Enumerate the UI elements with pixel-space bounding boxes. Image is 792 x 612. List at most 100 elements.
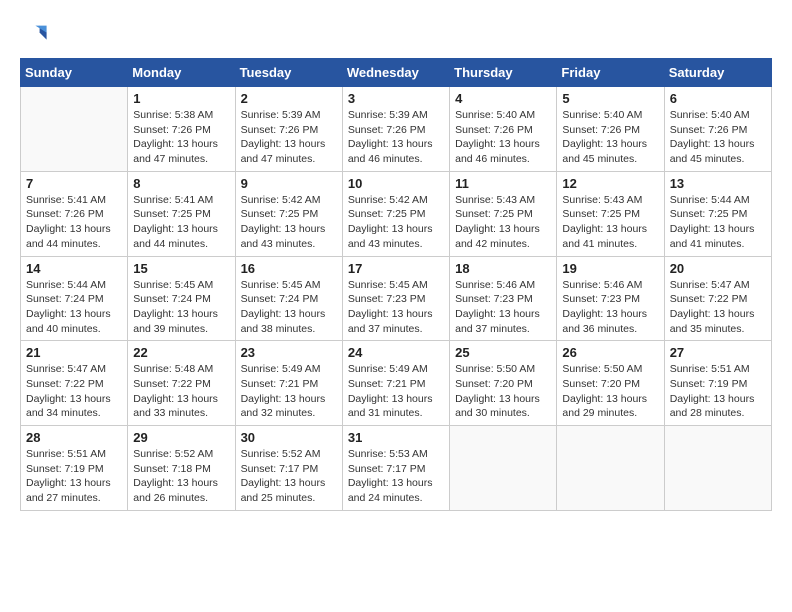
day-info: Sunrise: 5:39 AM Sunset: 7:26 PM Dayligh… <box>348 108 444 167</box>
day-info: Sunrise: 5:46 AM Sunset: 7:23 PM Dayligh… <box>455 278 551 337</box>
day-info: Sunrise: 5:40 AM Sunset: 7:26 PM Dayligh… <box>562 108 658 167</box>
weekday-header-row: SundayMondayTuesdayWednesdayThursdayFrid… <box>21 59 772 87</box>
weekday-header-friday: Friday <box>557 59 664 87</box>
day-number: 13 <box>670 176 766 191</box>
calendar-cell <box>21 87 128 172</box>
calendar-cell: 13 Sunrise: 5:44 AM Sunset: 7:25 PM Dayli… <box>664 171 771 256</box>
calendar-cell <box>557 426 664 511</box>
day-number: 3 <box>348 91 444 106</box>
calendar-cell: 19 Sunrise: 5:46 AM Sunset: 7:23 PM Dayli… <box>557 256 664 341</box>
calendar-header: SundayMondayTuesdayWednesdayThursdayFrid… <box>21 59 772 87</box>
calendar-cell: 24Sunrise: 5:49 AM Sunset: 7:21 PM Dayli… <box>342 341 449 426</box>
day-number: 6 <box>670 91 766 106</box>
day-number: 4 <box>455 91 551 106</box>
calendar-table: SundayMondayTuesdayWednesdayThursdayFrid… <box>20 58 772 511</box>
day-number: 24 <box>348 345 444 360</box>
day-number: 22 <box>133 345 229 360</box>
day-number: 14 <box>26 261 122 276</box>
day-info: Sunrise: 5:44 AM Sunset: 7:25 PM Dayligh… <box>670 193 766 252</box>
day-number: 15 <box>133 261 229 276</box>
calendar-cell: 27 Sunrise: 5:51 AM Sunset: 7:19 PM Dayli… <box>664 341 771 426</box>
day-number: 25 <box>455 345 551 360</box>
calendar-cell: 22 Sunrise: 5:48 AM Sunset: 7:22 PM Dayli… <box>128 341 235 426</box>
day-number: 8 <box>133 176 229 191</box>
day-info: Sunrise: 5:42 AM Sunset: 7:25 PM Dayligh… <box>348 193 444 252</box>
calendar-body: 1Sunrise: 5:38 AM Sunset: 7:26 PM Daylig… <box>21 87 772 511</box>
day-info: Sunrise: 5:47 AM Sunset: 7:22 PM Dayligh… <box>670 278 766 337</box>
day-info: Sunrise: 5:41 AM Sunset: 7:26 PM Dayligh… <box>26 193 122 252</box>
calendar-week-4: 21Sunrise: 5:47 AM Sunset: 7:22 PM Dayli… <box>21 341 772 426</box>
weekday-header-sunday: Sunday <box>21 59 128 87</box>
day-number: 12 <box>562 176 658 191</box>
calendar-cell: 14 Sunrise: 5:44 AM Sunset: 7:24 PM Dayli… <box>21 256 128 341</box>
day-number: 29 <box>133 430 229 445</box>
day-info: Sunrise: 5:38 AM Sunset: 7:26 PM Dayligh… <box>133 108 229 167</box>
day-info: Sunrise: 5:40 AM Sunset: 7:26 PM Dayligh… <box>670 108 766 167</box>
day-info: Sunrise: 5:40 AM Sunset: 7:26 PM Dayligh… <box>455 108 551 167</box>
day-info: Sunrise: 5:46 AM Sunset: 7:23 PM Dayligh… <box>562 278 658 337</box>
day-number: 10 <box>348 176 444 191</box>
day-info: Sunrise: 5:43 AM Sunset: 7:25 PM Dayligh… <box>562 193 658 252</box>
day-info: Sunrise: 5:45 AM Sunset: 7:24 PM Dayligh… <box>133 278 229 337</box>
calendar-cell: 10 Sunrise: 5:42 AM Sunset: 7:25 PM Dayli… <box>342 171 449 256</box>
calendar-cell: 28 Sunrise: 5:51 AM Sunset: 7:19 PM Dayli… <box>21 426 128 511</box>
day-info: Sunrise: 5:41 AM Sunset: 7:25 PM Dayligh… <box>133 193 229 252</box>
day-number: 19 <box>562 261 658 276</box>
calendar-cell: 18 Sunrise: 5:46 AM Sunset: 7:23 PM Dayli… <box>450 256 557 341</box>
calendar-cell: 30 Sunrise: 5:52 AM Sunset: 7:17 PM Dayli… <box>235 426 342 511</box>
calendar-cell <box>664 426 771 511</box>
day-number: 5 <box>562 91 658 106</box>
weekday-header-wednesday: Wednesday <box>342 59 449 87</box>
calendar-cell: 9 Sunrise: 5:42 AM Sunset: 7:25 PM Daylig… <box>235 171 342 256</box>
day-number: 27 <box>670 345 766 360</box>
calendar-cell: 23 Sunrise: 5:49 AM Sunset: 7:21 PM Dayli… <box>235 341 342 426</box>
calendar-cell <box>450 426 557 511</box>
calendar-cell: 16 Sunrise: 5:45 AM Sunset: 7:24 PM Dayli… <box>235 256 342 341</box>
calendar-cell: 5 Sunrise: 5:40 AM Sunset: 7:26 PM Daylig… <box>557 87 664 172</box>
day-number: 31 <box>348 430 444 445</box>
day-info: Sunrise: 5:42 AM Sunset: 7:25 PM Dayligh… <box>241 193 337 252</box>
weekday-header-tuesday: Tuesday <box>235 59 342 87</box>
calendar-cell: 6 Sunrise: 5:40 AM Sunset: 7:26 PM Daylig… <box>664 87 771 172</box>
day-info: Sunrise: 5:52 AM Sunset: 7:18 PM Dayligh… <box>133 447 229 506</box>
day-info: Sunrise: 5:50 AM Sunset: 7:20 PM Dayligh… <box>562 362 658 421</box>
day-number: 21 <box>26 345 122 360</box>
calendar-cell: 7 Sunrise: 5:41 AM Sunset: 7:26 PM Daylig… <box>21 171 128 256</box>
day-number: 18 <box>455 261 551 276</box>
day-number: 26 <box>562 345 658 360</box>
day-number: 17 <box>348 261 444 276</box>
calendar-cell: 31 Sunrise: 5:53 AM Sunset: 7:17 PM Dayli… <box>342 426 449 511</box>
calendar-cell: 20 Sunrise: 5:47 AM Sunset: 7:22 PM Dayli… <box>664 256 771 341</box>
day-info: Sunrise: 5:44 AM Sunset: 7:24 PM Dayligh… <box>26 278 122 337</box>
calendar-cell: 2Sunrise: 5:39 AM Sunset: 7:26 PM Daylig… <box>235 87 342 172</box>
day-number: 7 <box>26 176 122 191</box>
day-info: Sunrise: 5:45 AM Sunset: 7:23 PM Dayligh… <box>348 278 444 337</box>
calendar-cell: 11Sunrise: 5:43 AM Sunset: 7:25 PM Dayli… <box>450 171 557 256</box>
weekday-header-thursday: Thursday <box>450 59 557 87</box>
day-number: 20 <box>670 261 766 276</box>
day-number: 9 <box>241 176 337 191</box>
calendar-week-2: 7 Sunrise: 5:41 AM Sunset: 7:26 PM Daylig… <box>21 171 772 256</box>
day-info: Sunrise: 5:50 AM Sunset: 7:20 PM Dayligh… <box>455 362 551 421</box>
day-info: Sunrise: 5:45 AM Sunset: 7:24 PM Dayligh… <box>241 278 337 337</box>
day-info: Sunrise: 5:39 AM Sunset: 7:26 PM Dayligh… <box>241 108 337 167</box>
day-info: Sunrise: 5:43 AM Sunset: 7:25 PM Dayligh… <box>455 193 551 252</box>
page-header <box>20 20 772 48</box>
day-number: 16 <box>241 261 337 276</box>
day-info: Sunrise: 5:49 AM Sunset: 7:21 PM Dayligh… <box>241 362 337 421</box>
calendar-week-5: 28 Sunrise: 5:51 AM Sunset: 7:19 PM Dayli… <box>21 426 772 511</box>
calendar-cell: 26 Sunrise: 5:50 AM Sunset: 7:20 PM Dayli… <box>557 341 664 426</box>
day-number: 30 <box>241 430 337 445</box>
day-number: 23 <box>241 345 337 360</box>
weekday-header-saturday: Saturday <box>664 59 771 87</box>
day-number: 28 <box>26 430 122 445</box>
calendar-cell: 21Sunrise: 5:47 AM Sunset: 7:22 PM Dayli… <box>21 341 128 426</box>
day-info: Sunrise: 5:52 AM Sunset: 7:17 PM Dayligh… <box>241 447 337 506</box>
weekday-header-monday: Monday <box>128 59 235 87</box>
day-info: Sunrise: 5:51 AM Sunset: 7:19 PM Dayligh… <box>26 447 122 506</box>
calendar-cell: 25 Sunrise: 5:50 AM Sunset: 7:20 PM Dayli… <box>450 341 557 426</box>
day-info: Sunrise: 5:51 AM Sunset: 7:19 PM Dayligh… <box>670 362 766 421</box>
day-info: Sunrise: 5:48 AM Sunset: 7:22 PM Dayligh… <box>133 362 229 421</box>
day-info: Sunrise: 5:53 AM Sunset: 7:17 PM Dayligh… <box>348 447 444 506</box>
logo-icon <box>20 20 48 48</box>
